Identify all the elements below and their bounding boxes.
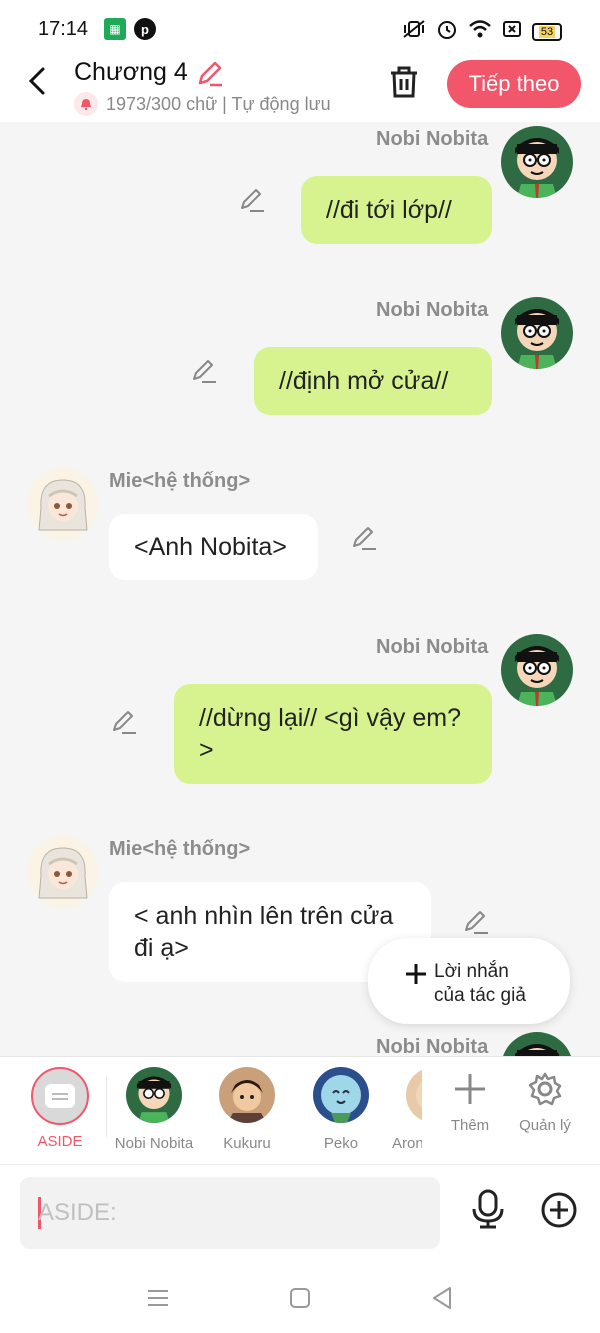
nobita-avatar-icon [126, 1067, 182, 1123]
mie-avatar-icon [27, 468, 99, 540]
avatar-nobita[interactable] [501, 297, 573, 369]
message-field[interactable] [20, 1177, 440, 1249]
avatar-nobita[interactable] [501, 634, 573, 706]
alarm-icon [436, 18, 458, 45]
edit-message-icon[interactable] [462, 908, 490, 936]
chapter-title[interactable]: Chương 4 [74, 58, 224, 87]
message-sender: Mie<hệ thống> [109, 838, 251, 860]
character-label: Aron [392, 1135, 422, 1152]
delete-button[interactable] [386, 64, 422, 100]
sim-icon [502, 19, 522, 44]
trash-icon [391, 66, 417, 98]
message-sender: Nobi Nobita [376, 128, 489, 150]
wifi-icon [468, 19, 492, 44]
battery-level: 53 [538, 25, 556, 38]
bell-icon [74, 92, 98, 116]
character-peko[interactable]: Peko [306, 1067, 376, 1152]
message-bubble[interactable]: //dừng lại// <gì vậy em?> [174, 684, 492, 784]
character-label: Kukuru [223, 1135, 271, 1152]
message-sender: Nobi Nobita [376, 636, 489, 658]
message-text: //dừng lại// <gì vậy em?> [199, 704, 462, 764]
message-sender: Nobi Nobita [376, 299, 489, 321]
character-nobita[interactable]: Nobi Nobita [112, 1067, 196, 1152]
character-label: ASIDE [37, 1133, 83, 1150]
gear-icon [528, 1072, 562, 1106]
edit-message-icon[interactable] [350, 524, 378, 552]
nobita-avatar-icon [501, 297, 573, 369]
manage-label: Quản lý [519, 1117, 571, 1134]
status-time: 17:14 [38, 18, 89, 40]
kukuru-avatar-icon [219, 1067, 275, 1123]
manage-characters-button[interactable]: Quản lý [510, 1071, 580, 1134]
input-bar [0, 1164, 600, 1264]
message-text: < anh nhìn lên trên cửa đi ạ> [134, 902, 394, 962]
nobita-avatar-icon [501, 126, 573, 198]
pinterest-icon: p [134, 18, 156, 40]
message-sender: Mie<hệ thống> [109, 470, 251, 492]
message-bubble[interactable]: //định mở cửa// [254, 347, 492, 415]
app-bar: Chương 4 1973/300 chữ | Tự động lưu Tiếp… [0, 56, 600, 122]
edit-message-icon[interactable] [190, 357, 218, 385]
character-kukuru[interactable]: Kukuru [210, 1067, 284, 1152]
system-nav-bar [0, 1264, 600, 1333]
back-arrow-icon [28, 67, 45, 95]
avatar-mie[interactable] [27, 468, 99, 540]
avatar-nobita[interactable] [501, 1032, 573, 1056]
add-circle-icon[interactable] [540, 1191, 578, 1229]
message-sender: Nobi Nobita [376, 1036, 489, 1056]
plus-icon [404, 960, 428, 994]
character-label: Peko [323, 1135, 359, 1152]
author-note-label: Lời nhắn của tác giả [434, 961, 526, 1006]
back-nav-icon[interactable] [428, 1284, 456, 1312]
next-button[interactable]: Tiếp theo [447, 60, 581, 108]
message-input[interactable] [38, 1177, 428, 1249]
battery-icon: 53 [532, 22, 562, 41]
edit-message-icon[interactable] [110, 708, 138, 736]
home-nav-icon[interactable] [286, 1284, 314, 1312]
character-aside[interactable]: ASIDE [20, 1067, 100, 1150]
message-bubble[interactable]: //đi tới lớp// [301, 176, 492, 244]
add-character-button[interactable]: Thêm [435, 1071, 505, 1134]
edit-message-icon[interactable] [238, 186, 266, 214]
character-aron[interactable]: Aron [392, 1067, 422, 1152]
status-bar: 17:14 ▦ p 53 [0, 0, 600, 56]
word-count-text: 1973/300 chữ | Tự động lưu [106, 93, 331, 114]
app-notification-icon: ▦ [104, 18, 126, 40]
add-icon [455, 1074, 485, 1104]
message-text: //định mở cửa// [279, 367, 449, 395]
status-icons: 53 [402, 18, 562, 45]
mie-avatar-icon [27, 836, 99, 908]
message-text: //đi tới lớp// [326, 196, 452, 224]
aron-avatar-icon [406, 1067, 422, 1123]
back-button[interactable] [22, 66, 52, 96]
avatar-nobita[interactable] [501, 126, 573, 198]
chapter-title-text: Chương 4 [74, 58, 188, 86]
nobita-avatar-icon [501, 1032, 573, 1056]
edit-title-icon[interactable] [196, 59, 224, 87]
character-label: Nobi Nobita [114, 1135, 194, 1152]
message-bubble[interactable]: <Anh Nobita> [109, 514, 318, 580]
peko-avatar-icon [313, 1067, 369, 1123]
avatar-mie[interactable] [27, 836, 99, 908]
vibrate-icon [402, 19, 426, 44]
author-note-button[interactable]: Lời nhắn của tác giả [368, 938, 570, 1024]
add-label: Thêm [450, 1117, 490, 1134]
aside-icon [31, 1067, 89, 1125]
nobita-avatar-icon [501, 634, 573, 706]
divider [106, 1077, 107, 1137]
character-bar: ASIDE Nobi Nobita Kukuru Peko Aron Thêm … [0, 1056, 600, 1164]
microphone-icon[interactable] [470, 1189, 506, 1229]
word-count-status: 1973/300 chữ | Tự động lưu [74, 92, 331, 116]
message-text: <Anh Nobita> [134, 533, 287, 561]
chat-area[interactable]: Nobi Nobita //đi tới lớp// Nobi Nobita /… [0, 122, 600, 1056]
menu-nav-icon[interactable] [144, 1284, 172, 1312]
